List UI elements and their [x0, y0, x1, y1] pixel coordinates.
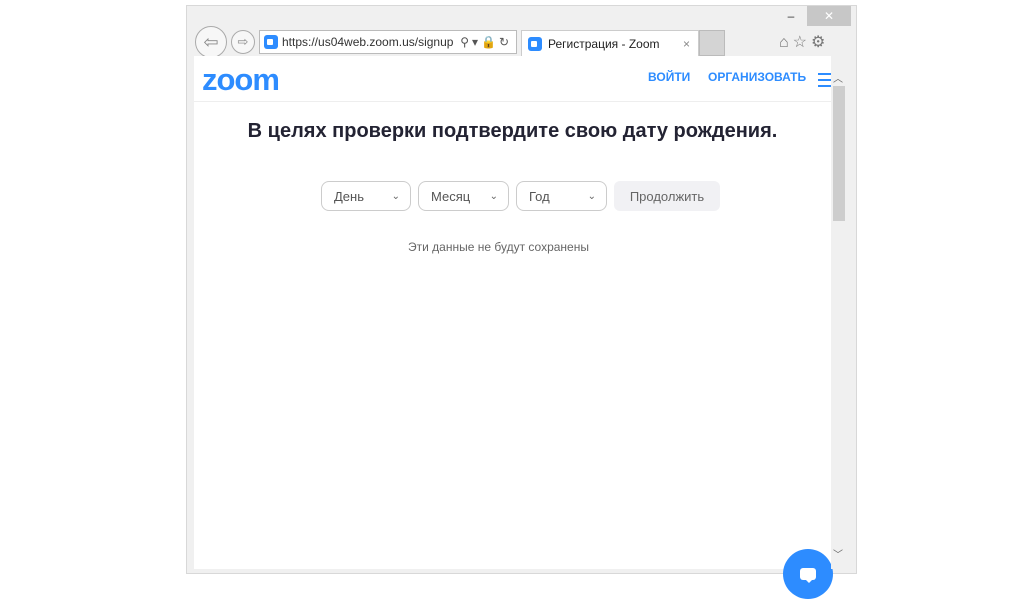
url-text: https://us04web.zoom.us/signup [282, 35, 454, 49]
scroll-up-icon[interactable]: ︿ [833, 70, 843, 85]
zoom-favicon-icon [264, 35, 278, 49]
browser-window: – □ ✕ ⇦ ⇨ https://us04web.zoom.us/signup… [186, 5, 857, 599]
login-link[interactable]: ВОЙТИ [648, 70, 690, 84]
search-lock-refresh-icons[interactable]: ⚲▾🔒↻ [460, 35, 516, 49]
site-header: zoom ВОЙТИ ОРГАНИЗОВАТЬ [194, 56, 836, 102]
star-icon[interactable]: ☆ [793, 34, 811, 51]
zoom-logo[interactable]: zoom [202, 62, 280, 98]
chat-button[interactable] [783, 549, 833, 599]
tab-registration[interactable]: Регистрация - Zoom × [521, 30, 699, 56]
toolbar-icons[interactable]: ⌂☆⚙ [779, 32, 829, 52]
minimize-button[interactable]: – [779, 6, 803, 26]
scrollbar-thumb[interactable] [833, 86, 845, 221]
month-select[interactable]: Месяц ⌄ [418, 181, 509, 211]
chevron-down-icon: ⌄ [489, 190, 498, 202]
continue-button[interactable]: Продолжить [614, 181, 720, 211]
close-window-button[interactable]: ✕ [807, 6, 851, 26]
gear-icon[interactable]: ⚙ [811, 34, 829, 51]
page-title: В целях проверки подтвердите свою дату р… [247, 120, 778, 142]
chat-bubble-icon [800, 568, 816, 583]
day-select[interactable]: День ⌄ [321, 181, 411, 211]
address-bar[interactable]: https://us04web.zoom.us/signup ⚲▾🔒↻ [259, 30, 517, 54]
chevron-down-icon: ⌄ [391, 190, 400, 202]
home-icon[interactable]: ⌂ [779, 34, 793, 51]
close-tab-icon[interactable]: × [683, 37, 690, 51]
host-link[interactable]: ОРГАНИЗОВАТЬ [708, 70, 806, 84]
new-tab-button[interactable] [699, 30, 725, 56]
tab-title: Регистрация - Zoom [548, 36, 660, 51]
chevron-down-icon: ⌄ [587, 190, 596, 202]
arrow-right-icon: ⇨ [237, 34, 249, 49]
back-button[interactable]: ⇦ [195, 26, 227, 58]
year-label: Год [529, 188, 550, 204]
privacy-note: Эти данные не будут сохранены [408, 240, 589, 254]
arrow-left-icon: ⇦ [203, 31, 219, 52]
month-label: Месяц [431, 188, 471, 204]
zoom-favicon-icon [528, 36, 542, 51]
forward-button[interactable]: ⇨ [231, 30, 255, 54]
scroll-down-icon[interactable]: ﹀ [833, 546, 843, 561]
day-label: День [334, 188, 364, 204]
page-content: zoom ВОЙТИ ОРГАНИЗОВАТЬ В целях проверки… [194, 56, 836, 599]
scrollbar[interactable]: ︿ ﹀ [831, 56, 847, 569]
year-select[interactable]: Год ⌄ [516, 181, 607, 211]
